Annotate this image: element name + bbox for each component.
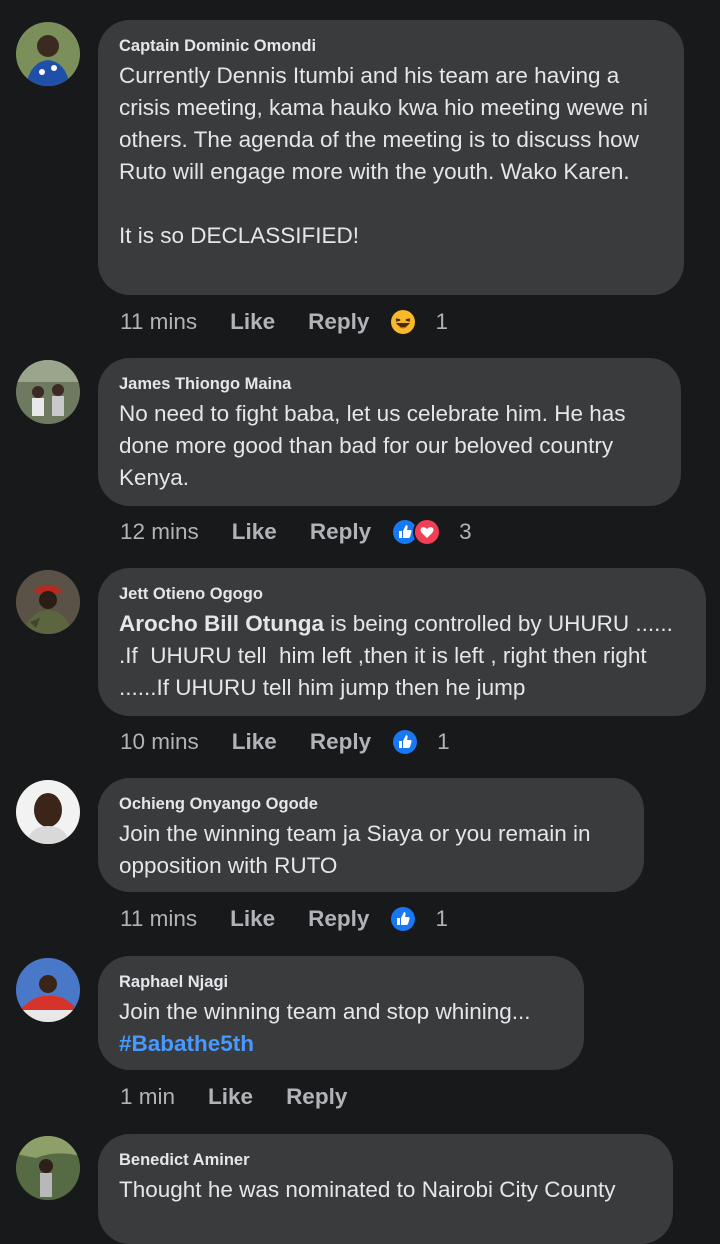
comment-bubble: James Thiongo Maina No need to fight bab… (98, 358, 681, 506)
like-button[interactable]: Like (232, 729, 277, 755)
comment-time[interactable]: 11 mins (120, 309, 197, 335)
avatar[interactable] (16, 958, 80, 1022)
reply-button[interactable]: Reply (308, 906, 369, 932)
avatar[interactable] (16, 780, 80, 844)
reply-button[interactable]: Reply (310, 729, 371, 755)
like-icon (391, 728, 420, 756)
reply-button[interactable]: Reply (286, 1084, 347, 1110)
comment-bubble: Jett Otieno Ogogo Arocho Bill Otunga is … (98, 568, 706, 716)
like-button[interactable]: Like (232, 519, 277, 545)
like-button[interactable]: Like (208, 1084, 253, 1110)
comment-time[interactable]: 1 min (120, 1084, 175, 1110)
reaction-icons[interactable] (391, 728, 420, 756)
reaction-icons[interactable] (389, 308, 418, 336)
haha-icon (389, 308, 418, 336)
avatar[interactable] (16, 570, 80, 634)
hashtag-link[interactable]: #Babathe5th (119, 1028, 562, 1060)
comment-actions: 1 min Like Reply (120, 1081, 367, 1113)
mention-link[interactable]: Arocho Bill Otunga (119, 611, 324, 636)
comment-text: Join the winning team ja Siaya or you re… (119, 821, 597, 878)
avatar[interactable] (16, 1136, 80, 1200)
reaction-count[interactable]: 3 (459, 519, 472, 545)
comment-bubble: Benedict Aminer Thought he was nominated… (98, 1134, 673, 1244)
comment-text: Currently Dennis Itumbi and his team are… (119, 63, 648, 248)
comment-time[interactable]: 11 mins (120, 906, 197, 932)
comment-bubble: Captain Dominic Omondi Currently Dennis … (98, 20, 684, 295)
comment-actions: 11 mins Like Reply 1 (120, 903, 448, 935)
comment-text: No need to fight baba, let us celebrate … (119, 401, 632, 490)
like-icon (389, 905, 418, 933)
comment-author[interactable]: James Thiongo Maina (119, 374, 659, 394)
comment-author[interactable]: Benedict Aminer (119, 1150, 651, 1170)
comment-bubble: Ochieng Onyango Ogode Join the winning t… (98, 778, 644, 892)
reaction-count[interactable]: 1 (435, 309, 448, 335)
comment-author[interactable]: Jett Otieno Ogogo (119, 584, 684, 604)
comment-time[interactable]: 12 mins (120, 519, 199, 545)
comment-text: Join the winning team and stop whining..… (119, 999, 531, 1024)
comment-actions: 12 mins Like Reply 3 (120, 516, 472, 548)
like-button[interactable]: Like (230, 906, 275, 932)
comment-actions: 10 mins Like Reply 1 (120, 726, 450, 758)
avatar[interactable] (16, 22, 80, 86)
comment-text: Thought he was nominated to Nairobi City… (119, 1177, 616, 1202)
reaction-count[interactable]: 1 (435, 906, 448, 932)
reply-button[interactable]: Reply (308, 309, 369, 335)
comment-author[interactable]: Raphael Njagi (119, 972, 562, 992)
avatar[interactable] (16, 360, 80, 424)
love-icon (413, 518, 442, 546)
reply-button[interactable]: Reply (310, 519, 371, 545)
reaction-icons[interactable] (391, 518, 442, 546)
comment-text: Arocho Bill Otunga is being controlled b… (119, 608, 684, 704)
reaction-icons[interactable] (389, 905, 418, 933)
comment-bubble: Raphael Njagi Join the winning team and … (98, 956, 584, 1070)
comment-author[interactable]: Ochieng Onyango Ogode (119, 794, 622, 814)
comment-time[interactable]: 10 mins (120, 729, 199, 755)
like-button[interactable]: Like (230, 309, 275, 335)
comment-author[interactable]: Captain Dominic Omondi (119, 36, 662, 56)
comment-actions: 11 mins Like Reply 1 (120, 306, 448, 338)
reaction-count[interactable]: 1 (437, 729, 450, 755)
